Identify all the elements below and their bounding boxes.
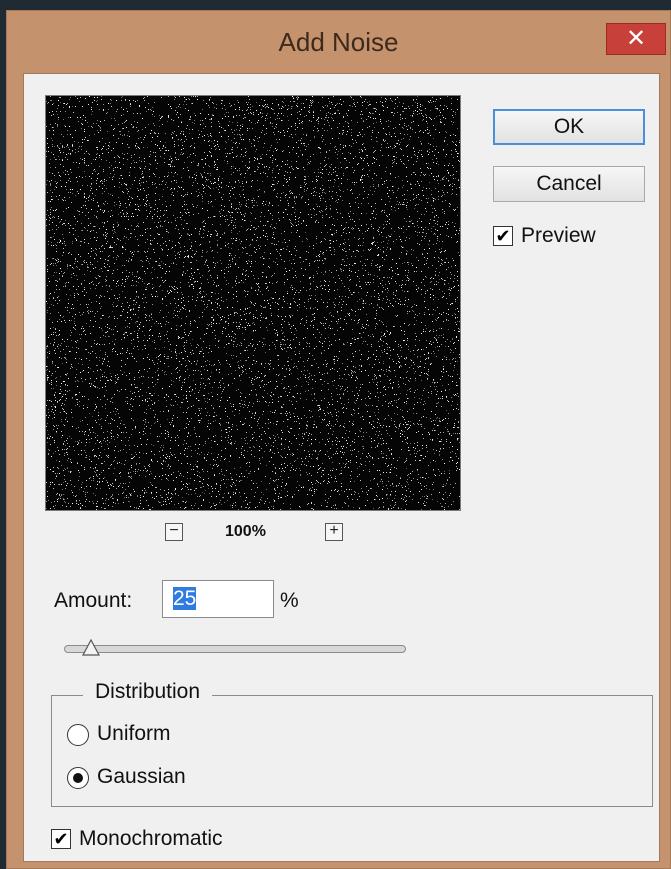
preview-checkbox[interactable]: ✔ bbox=[493, 226, 513, 246]
amount-slider-thumb[interactable] bbox=[81, 638, 100, 656]
amount-slider-track[interactable] bbox=[64, 645, 406, 653]
monochromatic-checkbox[interactable]: ✔ bbox=[51, 829, 71, 849]
preview-label: Preview bbox=[521, 224, 596, 247]
zoom-controls: − 100% + bbox=[45, 521, 461, 545]
uniform-label: Uniform bbox=[97, 722, 171, 745]
zoom-in-button[interactable]: + bbox=[325, 523, 343, 541]
dialog-body: − 100% + OK Cancel ✔ Preview Amount: 25 … bbox=[23, 73, 660, 862]
ok-button[interactable]: OK bbox=[493, 109, 645, 145]
distribution-group bbox=[51, 695, 653, 807]
gaussian-radio[interactable] bbox=[67, 767, 89, 789]
amount-unit: % bbox=[280, 589, 299, 612]
noise-preview-image bbox=[46, 96, 460, 510]
amount-input[interactable]: 25 bbox=[162, 580, 274, 618]
close-button[interactable]: ✕ bbox=[606, 23, 666, 55]
uniform-radio[interactable] bbox=[67, 724, 89, 746]
amount-value: 25 bbox=[173, 587, 197, 610]
amount-label: Amount: bbox=[54, 589, 133, 612]
add-noise-dialog: Add Noise ✕ − 100% + OK Cancel ✔ Preview… bbox=[6, 10, 671, 869]
gaussian-label: Gaussian bbox=[97, 765, 186, 788]
title-bar[interactable]: Add Noise ✕ bbox=[7, 11, 670, 71]
zoom-level: 100% bbox=[225, 523, 266, 540]
distribution-title: Distribution bbox=[83, 680, 213, 704]
checkmark-icon: ✔ bbox=[53, 829, 69, 849]
dialog-title: Add Noise bbox=[278, 27, 399, 57]
cancel-button[interactable]: Cancel bbox=[493, 166, 645, 202]
checkmark-icon: ✔ bbox=[495, 226, 511, 246]
zoom-out-button[interactable]: − bbox=[165, 523, 183, 541]
monochromatic-label: Monochromatic bbox=[79, 827, 223, 850]
noise-preview[interactable] bbox=[45, 95, 461, 511]
